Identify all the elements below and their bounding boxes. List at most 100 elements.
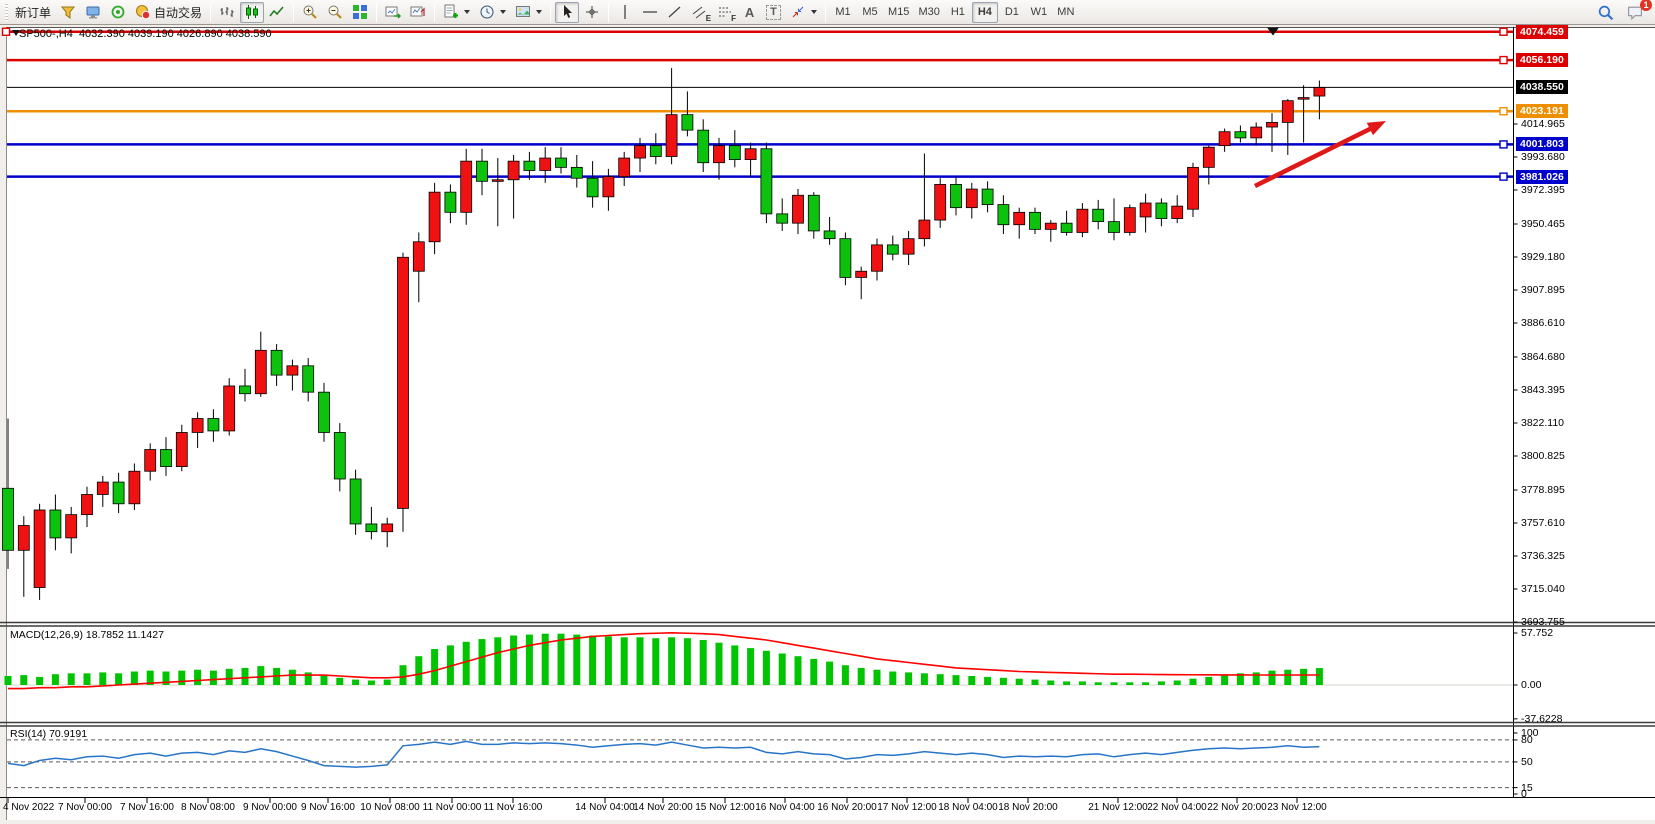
line-handle (3, 28, 10, 35)
chart-symbol: SP500-,H4 (19, 28, 73, 40)
candlestick (524, 161, 535, 170)
candlestick (635, 146, 646, 158)
horizontal-line-button[interactable] (638, 2, 662, 23)
notifications-button[interactable]: 1 (1622, 2, 1648, 23)
equidistant-channel-button[interactable]: E (688, 2, 712, 23)
macd-histogram-bar (510, 636, 517, 686)
candlestick (1235, 132, 1246, 138)
candlestick (966, 189, 977, 208)
text-label-button[interactable]: T (762, 2, 785, 23)
auto-scroll-button[interactable] (381, 2, 405, 23)
macd-histogram-bar (968, 676, 975, 685)
candlestick (303, 366, 314, 392)
toolbar-grip[interactable] (5, 4, 8, 21)
rsi-line (8, 741, 1319, 767)
timeframe-h4[interactable]: H4 (972, 2, 998, 23)
candlestick (334, 432, 345, 479)
macd-histogram-bar (747, 648, 754, 685)
candlestick (808, 195, 819, 231)
tile-windows-button[interactable] (348, 2, 372, 23)
experts-button[interactable] (56, 2, 80, 23)
new-chart-button[interactable] (439, 2, 474, 23)
autotrading-icon (135, 4, 151, 20)
macd-histogram-bar (1000, 678, 1007, 685)
candlestick (208, 419, 219, 431)
macd-histogram-bar (84, 673, 91, 685)
macd-histogram-bar (1205, 677, 1212, 685)
zoom-out-button[interactable] (323, 2, 347, 23)
macd-histogram-bar (1142, 682, 1149, 685)
candlestick (350, 479, 361, 524)
search-button[interactable] (1593, 2, 1618, 23)
macd-histogram-bar (921, 673, 928, 685)
chart-window[interactable]: SP500-,H4 4032.390 4039.190 4026.890 403… (0, 26, 1655, 824)
text-button[interactable]: A (738, 2, 761, 23)
candlestick (1172, 206, 1183, 218)
timeframe-m15[interactable]: M15 (884, 2, 913, 23)
chart-drawing[interactable] (0, 26, 1655, 824)
macd-histogram-bar (826, 662, 833, 685)
candlestick (1140, 203, 1151, 217)
macd-histogram-bar (463, 642, 470, 685)
signals-button[interactable] (106, 2, 130, 23)
bar-chart-icon (219, 4, 235, 20)
fibonacci-button[interactable]: F (713, 2, 737, 23)
macd-histogram-bar (336, 678, 343, 685)
candlestick (66, 515, 77, 538)
templates-icon (515, 4, 531, 20)
macd-histogram-bar (889, 672, 896, 686)
macd-histogram-bar (257, 666, 264, 685)
macd-histogram-bar (226, 669, 233, 685)
macd-histogram-bar (1269, 671, 1276, 685)
macd-histogram-bar (874, 670, 881, 685)
timeframe-m5[interactable]: M5 (857, 2, 883, 23)
crosshair-button[interactable] (580, 2, 604, 23)
candlestick (445, 192, 456, 212)
mt4-window: 新订单 自动交易 E F A T M1 (0, 0, 1655, 824)
arrows-button[interactable] (786, 2, 821, 23)
candlestick-chart-button[interactable] (240, 2, 264, 23)
macd-histogram-bar (763, 651, 770, 685)
candlestick (508, 161, 519, 180)
timeframe-d1[interactable]: D1 (999, 2, 1025, 23)
autotrading-button[interactable]: 自动交易 (131, 2, 206, 23)
new-order-button[interactable]: 新订单 (11, 2, 55, 23)
bar-chart-button[interactable] (215, 2, 239, 23)
macd-histogram-bar (905, 672, 912, 685)
candlestick (429, 192, 440, 242)
candlestick (461, 161, 472, 212)
line-handle (1500, 173, 1507, 180)
vertical-line-button[interactable] (613, 2, 637, 23)
candlestick (919, 220, 930, 239)
chart-shift-button[interactable] (406, 2, 430, 23)
zoom-in-icon (302, 4, 318, 20)
macd-histogram-bar (1174, 681, 1181, 686)
trendline-button[interactable] (663, 2, 687, 23)
history-button[interactable] (81, 2, 105, 23)
macd-histogram-bar (731, 645, 738, 685)
timeframe-w1[interactable]: W1 (1026, 2, 1052, 23)
periods-button[interactable] (475, 2, 510, 23)
macd-histogram-bar (984, 677, 991, 685)
vertical-line-icon (617, 4, 633, 20)
horizontal-line-icon (642, 4, 658, 20)
timeframe-m1[interactable]: M1 (830, 2, 856, 23)
timeframe-m30[interactable]: M30 (914, 2, 943, 23)
zoom-out-icon (327, 4, 343, 20)
line-chart-button[interactable] (265, 2, 289, 23)
timeframe-h1[interactable]: H1 (945, 2, 971, 23)
candlestick (903, 239, 914, 255)
macd-histogram-bar (1300, 669, 1307, 685)
zoom-in-button[interactable] (298, 2, 322, 23)
templates-button[interactable] (511, 2, 546, 23)
timeframe-mn[interactable]: MN (1053, 2, 1079, 23)
macd-histogram-bar (289, 670, 296, 685)
macd-histogram-bar (1126, 682, 1133, 685)
macd-histogram-bar (352, 680, 359, 685)
channel-letter: E (706, 15, 711, 23)
macd-histogram-bar (479, 639, 486, 685)
candlestick (1251, 127, 1262, 138)
cursor-button[interactable] (555, 2, 579, 23)
candlestick (271, 350, 282, 375)
macd-histogram-bar (5, 676, 12, 685)
